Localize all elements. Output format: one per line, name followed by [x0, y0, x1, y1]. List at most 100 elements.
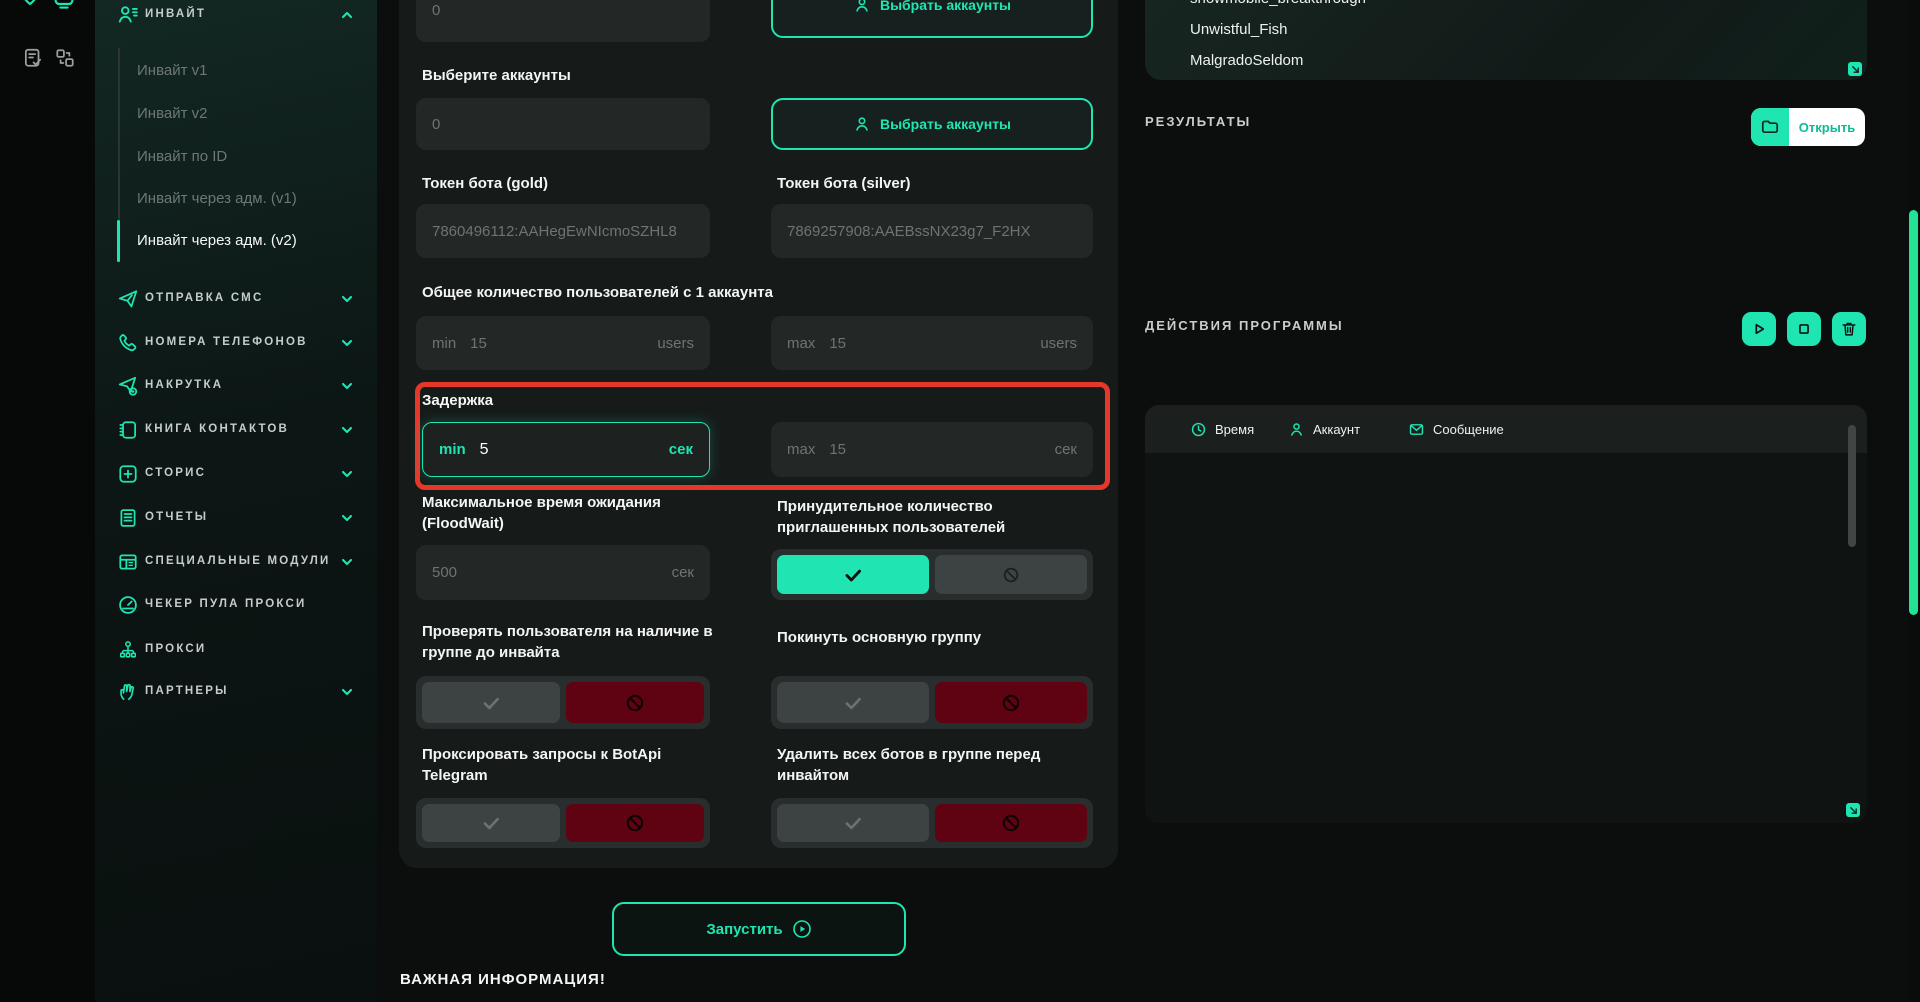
chevron-down-icon[interactable]	[339, 466, 355, 482]
proxy-requests-toggle[interactable]	[416, 798, 710, 848]
label-line2: группе до инвайта	[422, 642, 713, 663]
chevron-down-icon[interactable]	[339, 335, 355, 351]
sidebar-section-partners[interactable]: ПАРТНЕРЫ	[95, 681, 377, 705]
swap-icon[interactable]	[54, 47, 76, 74]
check-icon	[842, 564, 864, 586]
sidebar-section-contact-book[interactable]: КНИГА КОНТАКТОВ	[95, 419, 377, 443]
label-line1: Принудительное количество	[777, 496, 1005, 517]
toggle-no-option[interactable]	[935, 804, 1087, 842]
delay-min-input[interactable]: min 5 сек	[422, 422, 710, 477]
sidebar-section-label: ПАРТНЕРЫ	[145, 685, 229, 697]
floodwait-input[interactable]: 500 сек	[416, 545, 710, 600]
proxy-requests-label: Проксировать запросы к BotApi Telegram	[422, 744, 661, 786]
select-accounts-button-top[interactable]: Выбрать аккаунты	[771, 0, 1093, 38]
sidebar-section-invite[interactable]: ИНВАЙТ	[95, 4, 377, 28]
sidebar-section-label: ОТПРАВКА СМС	[145, 292, 263, 304]
sidebar-section-send-sms[interactable]: ОТПРАВКА СМС	[95, 288, 377, 312]
table-scrollbar-thumb[interactable]	[1848, 425, 1856, 547]
resize-handle-icon[interactable]	[1846, 803, 1860, 817]
input-placeholder: 7869257908:AAEBssNX23g7_F2HX	[787, 223, 1031, 240]
max-value: 15	[829, 335, 846, 352]
network-icon	[117, 639, 139, 661]
account-list-item[interactable]: MalgradoSeldom	[1190, 52, 1303, 69]
delete-bots-toggle[interactable]	[771, 798, 1093, 848]
total-users-max-input[interactable]: max 15 users	[771, 316, 1093, 370]
play-button[interactable]	[1742, 312, 1776, 346]
toggle-yes-option[interactable]	[422, 804, 560, 842]
paper-plane-icon	[117, 288, 139, 310]
clipped-top-icon-1[interactable]	[18, 0, 42, 15]
sidebar-section-boosting[interactable]: НАКРУТКА	[95, 375, 377, 399]
toggle-no-option[interactable]	[566, 804, 704, 842]
sidebar-item-invite-by-id[interactable]: Инвайт по ID	[137, 148, 227, 165]
table-header: Время Аккаунт Сообщение	[1145, 405, 1867, 453]
chevron-down-icon[interactable]	[339, 554, 355, 570]
stop-button[interactable]	[1787, 312, 1821, 346]
toggle-yes-option[interactable]	[777, 682, 929, 723]
toggle-no-option[interactable]	[935, 682, 1087, 723]
sidebar-section-phone-numbers[interactable]: НОМЕРА ТЕЛЕФОНОВ	[95, 332, 377, 356]
token-gold-label: Токен бота (gold)	[422, 173, 548, 194]
chevron-down-icon[interactable]	[339, 684, 355, 700]
mail-icon	[1408, 421, 1425, 438]
leave-group-toggle[interactable]	[771, 676, 1093, 729]
check-user-toggle[interactable]	[416, 676, 710, 729]
sidebar-section-label: СПЕЦИАЛЬНЫЕ МОДУЛИ	[145, 555, 330, 567]
delete-button[interactable]	[1832, 312, 1866, 346]
total-users-min-input[interactable]: min 15 users	[416, 316, 710, 370]
toggle-yes-option[interactable]	[422, 682, 560, 723]
stop-icon	[1795, 320, 1813, 338]
accounts-count-input[interactable]: 0	[416, 98, 710, 150]
sidebar-section-label: КНИГА КОНТАКТОВ	[145, 423, 289, 435]
select-accounts-button[interactable]: Выбрать аккаунты	[771, 98, 1093, 150]
sidebar-section-proxy[interactable]: ПРОКСИ	[95, 639, 377, 663]
label-line1: Проверять пользователя на наличие в	[422, 621, 713, 642]
invite-settings-card: 0 Выбрать аккаунты Выберите аккаунты 0 В…	[399, 0, 1118, 868]
force-count-toggle[interactable]	[771, 549, 1093, 600]
clock-icon	[1190, 421, 1207, 438]
account-list-item[interactable]: Unwistful_Fish	[1190, 21, 1288, 38]
active-item-indicator	[117, 220, 120, 262]
accounts-list-box[interactable]: snowmobile_breakthrough Unwistful_Fish M…	[1145, 0, 1867, 80]
important-info-heading: ВАЖНАЯ ИНФОРМАЦИЯ!	[400, 971, 606, 988]
token-gold-input[interactable]: 7860496112:AAHegEwNIcmoSZHL8	[416, 204, 710, 258]
toggle-no-option[interactable]	[566, 682, 704, 723]
ban-icon	[1001, 565, 1021, 585]
chevron-up-icon[interactable]	[339, 7, 355, 23]
open-results-button[interactable]: Открыть	[1751, 108, 1865, 146]
clipped-top-icon-2[interactable]	[52, 0, 76, 15]
token-silver-input[interactable]: 7869257908:AAEBssNX23g7_F2HX	[771, 204, 1093, 258]
column-label: Аккаунт	[1313, 422, 1360, 437]
toggle-no-option[interactable]	[935, 555, 1087, 594]
play-icon	[1750, 320, 1768, 338]
delay-max-input[interactable]: max 15 сек	[771, 422, 1093, 477]
sidebar-section-proxy-pool-checker[interactable]: ЧЕКЕР ПУЛА ПРОКСИ	[95, 594, 377, 618]
sidebar-item-invite-v1[interactable]: Инвайт v1	[137, 62, 207, 79]
chevron-down-icon[interactable]	[339, 510, 355, 526]
ban-icon	[624, 692, 646, 714]
sidebar-section-reports[interactable]: ОТЧЕТЫ	[95, 507, 377, 531]
chevron-down-icon[interactable]	[339, 422, 355, 438]
tasks-check-icon[interactable]	[22, 47, 44, 74]
chevron-down-icon[interactable]	[339, 291, 355, 307]
resize-handle-icon[interactable]	[1848, 62, 1862, 76]
plus-square-icon	[117, 463, 139, 485]
user-icon	[853, 0, 871, 14]
page-scrollbar-thumb[interactable]	[1909, 210, 1918, 615]
unit-suffix: сек	[1055, 441, 1077, 458]
chevron-down-icon[interactable]	[339, 378, 355, 394]
sidebar-item-invite-v2[interactable]: Инвайт v2	[137, 105, 207, 122]
sidebar-section-special-modules[interactable]: СПЕЦИАЛЬНЫЕ МОДУЛИ	[95, 551, 377, 575]
sidebar-item-invite-admin-v2[interactable]: Инвайт через адм. (v2)	[137, 232, 297, 249]
run-button[interactable]: Запустить	[612, 902, 906, 956]
accounts-count-input-top[interactable]: 0	[416, 0, 710, 42]
toggle-yes-option[interactable]	[777, 555, 929, 594]
input-value: 0	[432, 116, 440, 133]
sidebar-section-stories[interactable]: СТОРИС	[95, 463, 377, 487]
sidebar-item-invite-admin-v1[interactable]: Инвайт через адм. (v1)	[137, 190, 297, 207]
account-list-item[interactable]: snowmobile_breakthrough	[1190, 0, 1366, 7]
toggle-yes-option[interactable]	[777, 804, 929, 842]
input-placeholder: 7860496112:AAHegEwNIcmoSZHL8	[432, 223, 677, 240]
input-value: 0	[432, 2, 440, 19]
delete-bots-label: Удалить всех ботов в группе перед инвайт…	[777, 744, 1040, 786]
